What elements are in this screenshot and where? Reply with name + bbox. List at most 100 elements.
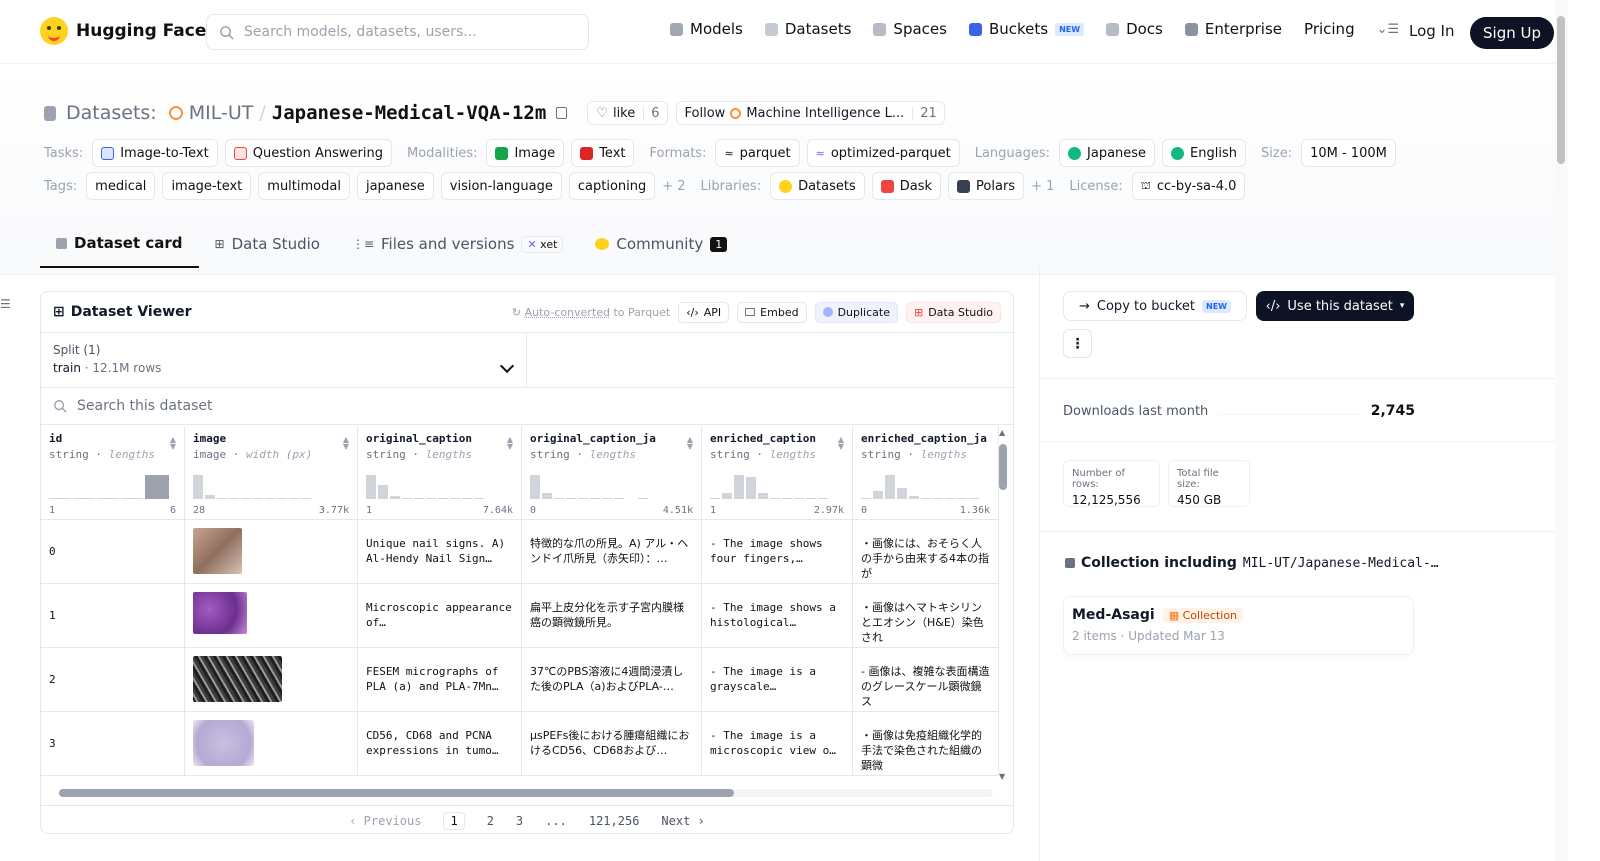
global-search[interactable] <box>206 14 589 50</box>
hf-logo[interactable]: Hugging Face <box>40 17 206 45</box>
cube-icon <box>56 237 67 249</box>
language-tag[interactable]: Japanese <box>1059 139 1156 167</box>
page-button[interactable]: 1 <box>443 811 465 830</box>
table-vertical-scrollbar[interactable]: ▲ ▼ <box>999 428 1007 781</box>
histology-image-thumbnail[interactable] <box>193 592 247 634</box>
scroll-down-arrow-icon[interactable]: ▼ <box>999 772 1005 781</box>
column-header-image[interactable]: image image · width (px) ▲ ▼ 28 3.77k <box>185 426 358 520</box>
split-selector[interactable]: Split (1) train · 12.1M rows <box>41 333 527 388</box>
column-header-id[interactable]: id string · lengths ▲ ▼ 16 <box>41 426 185 520</box>
format-tag[interactable]: ≈ optimized-parquet <box>806 139 960 167</box>
tag-chip[interactable]: vision-language <box>440 172 562 200</box>
rows-stat: Number of rows: 12,125,556 <box>1063 460 1160 507</box>
size-tag[interactable]: 10M - 100M <box>1301 139 1396 167</box>
like-button[interactable]: ♡ like 6 <box>587 101 668 125</box>
tags-more[interactable]: + 2 <box>662 179 685 194</box>
org-link[interactable]: MIL-UT <box>189 102 254 124</box>
table-row[interactable]: 2 FESEM micrographs of PLA (a) and PLA-7… <box>41 648 999 712</box>
sort-icon[interactable]: ▲ ▼ <box>838 436 844 451</box>
duplicate-label: Duplicate <box>837 305 890 319</box>
scroll-up-arrow-icon[interactable]: ▲ <box>999 428 1005 437</box>
format-tag[interactable]: ≈ parquet <box>715 139 800 167</box>
text-modality-icon <box>580 146 594 160</box>
modality-tag[interactable]: Text <box>571 139 635 167</box>
tag-chip[interactable]: medical <box>86 172 156 200</box>
next-page-button[interactable]: Next › <box>661 814 704 828</box>
micrograph-image-thumbnail[interactable] <box>193 656 282 702</box>
table-row[interactable]: 3 CD56, CD68 and PCNA expressions in tum… <box>41 712 999 776</box>
tab-files[interactable]: ⋮≡ Files and versions ✕ xet <box>336 228 579 268</box>
use-this-dataset-button[interactable]: ‹/› Use this dataset ▾ <box>1256 291 1414 321</box>
nail-image-thumbnail[interactable] <box>193 528 242 574</box>
signup-button[interactable]: Sign Up <box>1470 17 1554 49</box>
library-tag[interactable]: Polars <box>948 172 1025 200</box>
scrollbar-thumb[interactable] <box>59 789 734 797</box>
previous-page-button[interactable]: ‹ Previous <box>349 814 421 828</box>
column-header-enriched-caption[interactable]: enriched_caption string · lengths ▲ ▼ 1 2.… <box>702 426 853 520</box>
page-button[interactable]: 3 <box>516 814 523 828</box>
tag-chip[interactable]: image-text <box>162 172 252 200</box>
cell-enriched-caption-ja: ・画像はヘマトキシリンとエオシン（H&E）染色され <box>853 584 999 648</box>
auto-converted-note: ↻ Auto-converted to Parquet <box>512 306 670 319</box>
tab-data-studio[interactable]: ⊞ Data Studio <box>199 228 336 268</box>
duplicate-button[interactable]: Duplicate <box>814 301 898 323</box>
embed-button[interactable]: Embed <box>737 301 807 323</box>
nav-docs[interactable]: Docs <box>1106 20 1163 38</box>
task-tag[interactable]: Question Answering <box>224 139 392 167</box>
data-studio-button[interactable]: ⊞ Data Studio <box>905 301 1001 323</box>
tag-chip[interactable]: multimodal <box>258 172 350 200</box>
column-header-original-caption[interactable]: original_caption string · lengths ▲ ▼ 1 7.… <box>358 426 522 520</box>
column-header-original-caption-ja[interactable]: original_caption_ja string · lengths ▲ ▼ … <box>522 426 702 520</box>
modality-tag[interactable]: Image <box>486 139 565 167</box>
tag-chip[interactable]: captioning <box>568 172 656 200</box>
license-tag[interactable]: ⛫ cc-by-sa-4.0 <box>1131 172 1246 200</box>
tag-chip[interactable]: japanese <box>356 172 434 200</box>
use-dataset-label: Use this dataset <box>1287 298 1393 314</box>
auto-converted-link[interactable]: Auto-converted <box>525 306 610 319</box>
task-tag[interactable]: Image-to-Text <box>92 139 218 167</box>
tab-dataset-card[interactable]: Dataset card <box>40 228 199 268</box>
api-button[interactable]: ‹/› API <box>678 301 730 323</box>
nav-enterprise[interactable]: Enterprise <box>1184 20 1282 38</box>
sort-icon[interactable]: ▲ ▼ <box>343 436 349 451</box>
language-tag[interactable]: English <box>1162 139 1246 167</box>
follow-button[interactable]: Follow Machine Intelligence L... 21 <box>675 101 945 125</box>
sidebar-toggle-icon[interactable]: ☰ <box>0 297 11 311</box>
dataset-name[interactable]: Japanese-Medical-VQA-12m <box>272 102 547 124</box>
global-search-input[interactable] <box>244 24 564 40</box>
sort-icon[interactable]: ▲ ▼ <box>687 436 693 451</box>
dataset-search-input[interactable] <box>77 398 477 414</box>
library-tag[interactable]: Dask <box>871 172 942 200</box>
sort-icon[interactable]: ▲ ▼ <box>507 436 513 451</box>
tab-community[interactable]: Community 1 <box>579 228 743 268</box>
dataset-search[interactable] <box>41 388 1013 425</box>
tag-label: Text <box>599 145 626 161</box>
login-link[interactable]: Log In <box>1409 22 1455 40</box>
tags-label: Tags: <box>44 178 78 194</box>
column-header-enriched-caption-ja[interactable]: enriched_caption_ja string · lengths 0 1.… <box>853 426 999 520</box>
nav-spaces[interactable]: Spaces <box>873 20 947 38</box>
libraries-more[interactable]: + 1 <box>1031 179 1054 194</box>
page-scrollbar[interactable] <box>1555 0 1568 861</box>
more-options-button[interactable]: ⋮ <box>1063 329 1092 358</box>
table-row[interactable]: 1 Microscopic appearance of… 扁平上皮分化を示す子宮… <box>41 584 999 648</box>
copy-to-bucket-button[interactable]: → Copy to bucket NEW <box>1063 291 1247 321</box>
sort-icon[interactable]: ▲ ▼ <box>170 436 176 451</box>
collection-card[interactable]: Med-Asagi ▦ Collection 2 items · Updated … <box>1063 596 1414 655</box>
cell-enriched-caption-ja: - 画像は、複雑な表面構造のグレースケール顕微鏡ス <box>853 648 999 712</box>
immunostain-image-thumbnail[interactable] <box>193 720 254 766</box>
copy-icon[interactable] <box>556 107 568 119</box>
scrollbar-thumb[interactable] <box>1557 16 1565 164</box>
table-row[interactable]: 0 Unique nail signs. A) Al-Hendy Nail Si… <box>41 520 999 584</box>
nav-datasets[interactable]: Datasets <box>764 20 851 38</box>
nav-more-menu[interactable]: ⌄☰ <box>1377 22 1400 37</box>
page-button[interactable]: 121,256 <box>589 814 640 828</box>
table-horizontal-scrollbar[interactable] <box>59 789 993 797</box>
page-button[interactable]: 2 <box>487 814 494 828</box>
library-tag[interactable]: Datasets <box>770 172 865 200</box>
nav-pricing[interactable]: Pricing <box>1304 20 1355 38</box>
nav-models[interactable]: Models <box>670 20 743 38</box>
cell-image <box>185 584 358 648</box>
scrollbar-thumb[interactable] <box>999 444 1007 490</box>
nav-buckets[interactable]: Buckets NEW <box>968 20 1085 38</box>
